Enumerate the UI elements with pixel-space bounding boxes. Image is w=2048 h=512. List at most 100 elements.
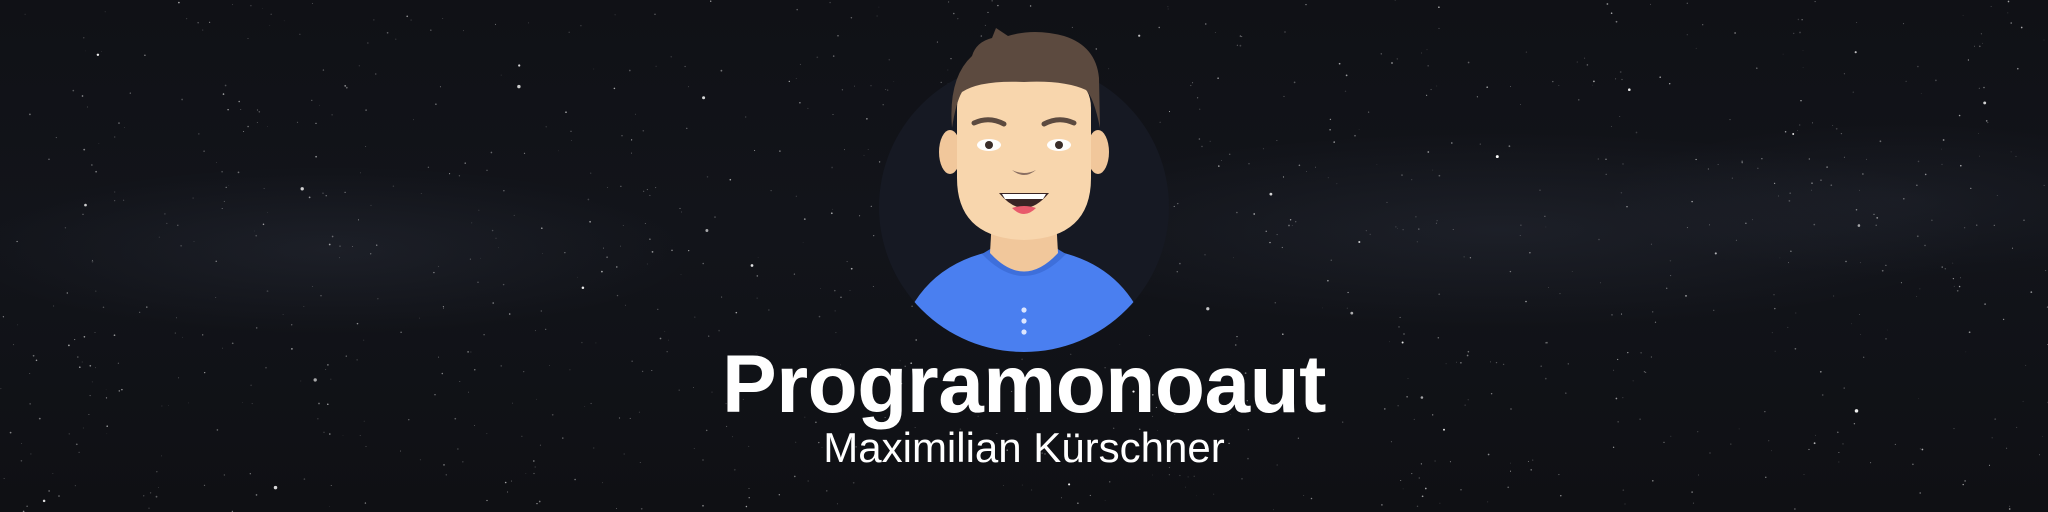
star	[129, 92, 131, 94]
star	[1606, 3, 1609, 5]
star	[1620, 192, 1623, 194]
star	[329, 506, 331, 507]
star	[1773, 182, 1776, 185]
star	[1558, 474, 1560, 476]
star	[630, 152, 632, 154]
star	[1621, 78, 1623, 81]
star	[1283, 95, 1285, 97]
star	[1386, 201, 1388, 203]
star	[702, 96, 706, 100]
star	[1852, 91, 1855, 93]
star	[876, 15, 878, 17]
star	[1797, 130, 1798, 131]
star	[1592, 84, 1594, 86]
star	[1979, 155, 1980, 157]
star	[679, 207, 681, 209]
star	[1686, 227, 1688, 229]
star	[1605, 158, 1607, 160]
star	[1917, 65, 1919, 68]
star	[1358, 240, 1361, 244]
star	[1305, 3, 1307, 6]
star	[510, 480, 513, 482]
star	[1984, 303, 1986, 305]
star	[863, 154, 865, 156]
star	[1873, 213, 1875, 216]
star	[158, 487, 159, 488]
star	[1859, 189, 1860, 191]
star	[177, 224, 179, 227]
star	[620, 185, 622, 187]
star	[640, 507, 643, 510]
star	[1395, 226, 1397, 228]
star	[1605, 173, 1607, 176]
star	[296, 121, 299, 124]
star	[392, 185, 395, 187]
star	[1306, 170, 1307, 172]
star	[221, 170, 223, 173]
star	[1315, 166, 1316, 168]
star	[1298, 164, 1301, 167]
star	[1282, 333, 1284, 336]
star	[1802, 50, 1804, 51]
star	[427, 166, 430, 168]
star	[832, 55, 835, 57]
star	[657, 308, 659, 310]
star	[1469, 257, 1472, 259]
star	[344, 191, 346, 194]
star	[852, 481, 855, 484]
star	[844, 149, 845, 151]
star	[1741, 161, 1743, 164]
star	[16, 240, 18, 243]
star	[1702, 24, 1704, 26]
star	[1365, 230, 1367, 232]
star	[1774, 307, 1776, 310]
star	[628, 69, 631, 72]
star	[373, 19, 375, 21]
star	[1198, 138, 1201, 140]
star	[495, 237, 497, 239]
star	[870, 84, 872, 87]
star	[315, 122, 317, 125]
star	[807, 480, 809, 482]
star	[1545, 226, 1547, 228]
star	[1903, 23, 1905, 25]
star	[269, 25, 271, 26]
star	[634, 113, 637, 115]
star	[84, 203, 87, 207]
star	[262, 8, 263, 9]
star	[748, 497, 750, 499]
star	[1265, 230, 1267, 232]
star	[518, 64, 521, 67]
star	[1788, 262, 1789, 264]
star	[643, 190, 645, 192]
star	[1734, 32, 1736, 34]
star	[1654, 321, 1657, 323]
star	[1845, 260, 1847, 263]
star	[577, 276, 578, 278]
star	[867, 149, 869, 151]
star	[96, 53, 100, 57]
star	[1832, 125, 1834, 126]
star	[2010, 151, 2012, 153]
star	[1415, 216, 1417, 218]
star	[483, 334, 485, 336]
owner-name: Maximilian Kürschner	[823, 424, 1225, 471]
star	[222, 93, 225, 95]
star	[315, 155, 317, 158]
star	[1402, 229, 1404, 231]
star	[1262, 148, 1264, 150]
star	[1284, 31, 1286, 33]
star	[565, 111, 567, 114]
star	[957, 18, 959, 20]
star	[1593, 80, 1595, 83]
star	[714, 216, 716, 218]
star	[1401, 174, 1403, 176]
star	[1942, 139, 1945, 141]
star	[375, 73, 377, 75]
header-banner: Programonoaut Maximilian Kürschner	[0, 0, 2048, 512]
star	[1209, 140, 1211, 143]
star	[322, 69, 325, 71]
star	[1833, 295, 1835, 297]
star	[486, 499, 488, 502]
star	[250, 4, 252, 7]
